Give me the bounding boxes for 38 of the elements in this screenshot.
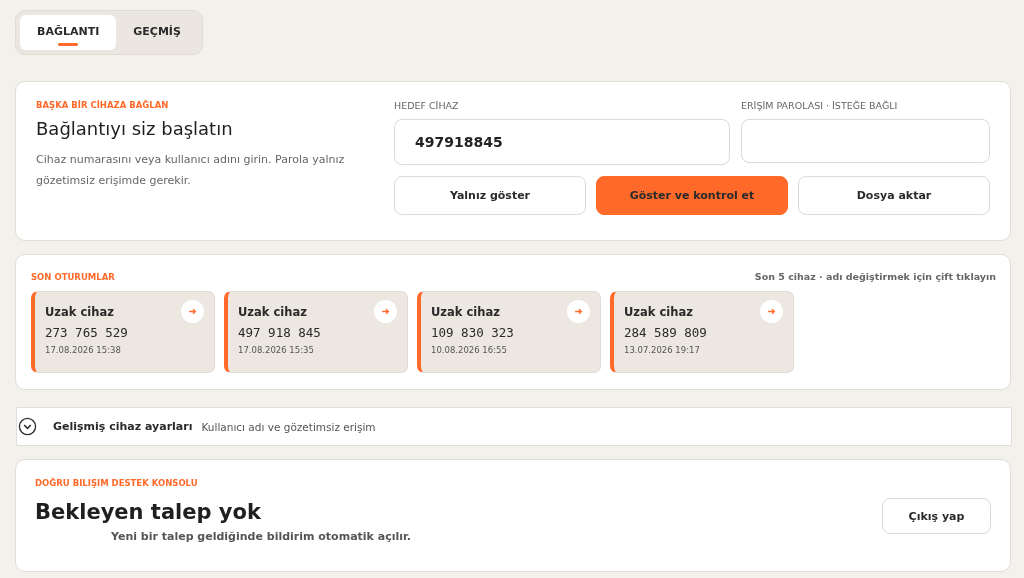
device-name: Uzak cihaz <box>624 304 693 319</box>
description: Cihaz numarasını veya kullanıcı adını girin. Parola yalnız gözetimsiz erişimde gerekir. <box>36 152 346 189</box>
session-time: 17.08.2026 15:38 <box>45 345 122 355</box>
hint-text: Son 5 cihaz · adı değiştirmek için çift tıklayın <box>754 271 996 282</box>
device-id: 497 918 845 <box>238 325 322 340</box>
section-label: SON OTURUMLAR <box>31 271 115 282</box>
device-name: Uzak cihaz <box>431 304 500 319</box>
logout-button[interactable]: Çıkış yap <box>882 498 991 534</box>
device-id: 273 765 529 <box>45 325 129 340</box>
session-time: 10.08.2026 16:55 <box>431 345 508 355</box>
session-card[interactable]: Uzak cihaz 273 765 529 17.08.2026 15:38 <box>31 291 215 373</box>
action-button[interactable]: Yalnız göster <box>394 176 586 215</box>
device-id: 109 830 323 <box>431 325 515 340</box>
section-label: DOĞRU BILIŞIM DESTEK KONSOLU <box>35 478 199 488</box>
session-time: 17.08.2026 15:35 <box>238 345 315 355</box>
action-button[interactable]: Göster ve kontrol et <box>596 176 788 215</box>
section-label: BAŞKA BİR CİHAZA BAĞLAN <box>36 100 170 110</box>
session-card[interactable]: Uzak cihaz 109 830 323 10.08.2026 16:55 <box>417 291 601 373</box>
card-title: Bekleyen talep yok <box>35 500 262 524</box>
settings-subtitle: Kullanıcı adı ve gözetimsiz erişim <box>201 420 376 433</box>
session-card[interactable]: Uzak cihaz 284 589 809 13.07.2026 19:17 <box>610 291 794 373</box>
session-card[interactable]: Uzak cihaz 497 918 845 17.08.2026 15:35 <box>224 291 408 373</box>
session-time: 13.07.2026 19:17 <box>624 345 701 355</box>
field-label: HEDEF CİHAZ <box>394 100 460 111</box>
device-name: Uzak cihaz <box>45 304 114 319</box>
advanced-settings-bar[interactable]: Gelişmiş cihaz ayarları Kullanıcı adı ve gözetimsiz erişim <box>16 407 1012 446</box>
card-title: Bağlantıyı siz başlatın <box>36 118 234 139</box>
description: Yeni bir talep geldiğinde bildirim otomatik açılır. <box>111 530 412 543</box>
settings-title: Gelişmiş cihaz ayarları <box>53 420 193 433</box>
device-id: 284 589 809 <box>624 325 708 340</box>
device-name: Uzak cihaz <box>238 304 307 319</box>
tab[interactable]: BAĞLANTI <box>20 15 117 50</box>
field-label: ERİŞİM PAROLASI · İSTEĞE BAĞLI <box>741 100 899 111</box>
password-field[interactable] <box>741 119 990 163</box>
tab[interactable]: GEÇMİŞ <box>116 15 198 50</box>
action-button[interactable]: Dosya aktar <box>798 176 990 215</box>
target-device-field[interactable]: 497918845 <box>394 119 730 165</box>
chevron-icon[interactable] <box>18 417 37 436</box>
